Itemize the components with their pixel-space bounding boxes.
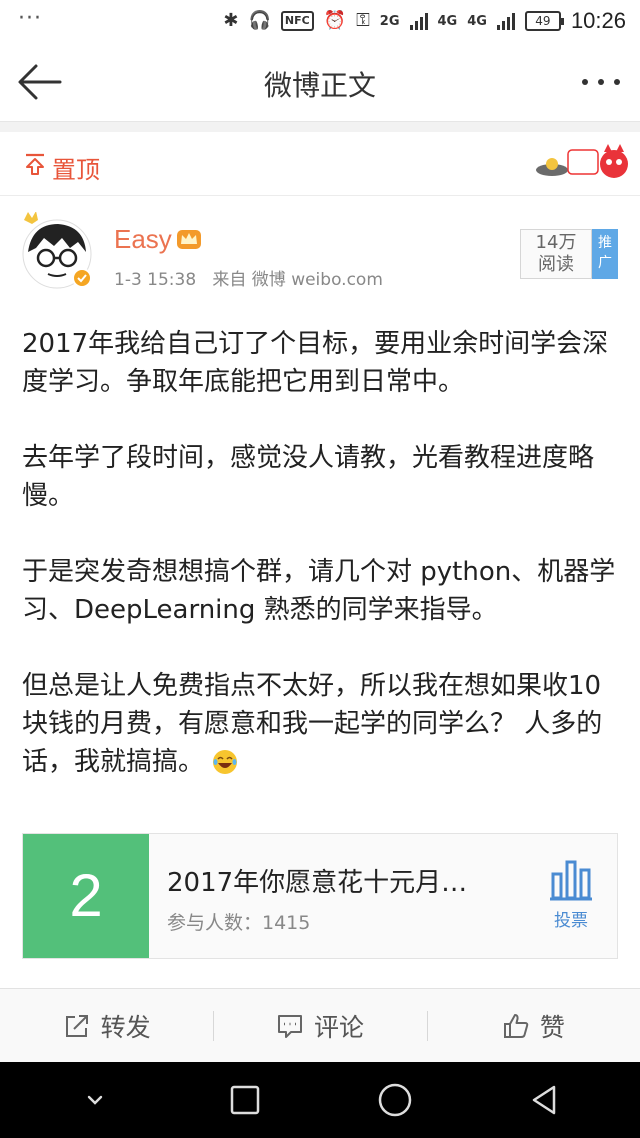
page-title: 微博正文: [263, 69, 376, 102]
vote-button[interactable]: 投票: [543, 858, 599, 938]
vote-title: 2017年你愿意花十元月…: [167, 868, 468, 898]
clock: 10:26: [570, 8, 626, 33]
network-type-4g-second: 4G: [467, 13, 487, 29]
thumbs-up-icon: [503, 1013, 529, 1038]
signal-icon: [409, 12, 428, 30]
decorative-sticker-icon: [536, 144, 628, 178]
post-paragraph: 去年学了段时间，感觉没人请教，光看教程进度略慢。: [22, 443, 595, 511]
nav-home-button[interactable]: [365, 1070, 425, 1130]
repost-icon: [65, 1014, 88, 1037]
more-dot-icon: [614, 79, 620, 85]
avatar[interactable]: [18, 212, 96, 290]
headphones-icon: 🎧: [248, 10, 271, 31]
post-paragraph-text: 但总是让人免费指点不太好，所以我在想如果收10块钱的月费，有愿意和我一起学的同学…: [22, 671, 603, 777]
post-paragraph-last: 但总是让人免费指点不太好，所以我在想如果收10块钱的月费，有愿意和我一起学的同学…: [22, 667, 622, 781]
promote-button[interactable]: 推广: [592, 229, 618, 279]
chevron-down-icon: [87, 1095, 103, 1105]
menu-dots: ···: [18, 6, 42, 31]
author-name[interactable]: Easy: [114, 224, 172, 255]
key-icon: ⚿: [356, 10, 370, 31]
bluetooth-icon: ✱: [223, 10, 239, 31]
post-paragraph: 于是突发奇想想搞个群，请几个对 python、机器学习、DeepLearning…: [22, 557, 616, 625]
status-bar: ··· ✱ 🎧 NFC ⏰ ⚿ 2G 4G 4G 49 10:26: [0, 0, 640, 42]
more-options-button[interactable]: [576, 62, 626, 102]
pin-top-icon: [26, 153, 44, 175]
network-type-4g: 4G: [437, 13, 458, 29]
more-dot-icon: [582, 79, 588, 85]
square-icon: [230, 1085, 260, 1115]
like-button[interactable]: 赞: [426, 989, 640, 1063]
nav-recents-button[interactable]: [215, 1070, 275, 1130]
title-bar: 微博正文: [0, 42, 640, 122]
post-source: 来自 微博 weibo.com: [212, 270, 383, 290]
comment-icon: [277, 1014, 302, 1038]
comment-label: 评论: [313, 1012, 364, 1042]
post-content: 2017年我给自己订了个目标，要用业余时间学会深度学习。争取年底能把它用到日常中…: [22, 325, 622, 819]
vip-crown-icon: [177, 230, 201, 249]
more-dot-icon: [598, 79, 604, 85]
vote-card[interactable]: 2 2017年你愿意花十元月… 参与人数：1415 投票: [22, 833, 618, 959]
signal-icon-second: [496, 12, 515, 30]
vote-number-tile: 2: [23, 834, 149, 958]
nav-collapse-button[interactable]: [65, 1070, 125, 1130]
bar-chart-icon: [550, 860, 592, 901]
pinned-label: 置顶: [52, 156, 100, 184]
triangle-back-icon: [532, 1085, 556, 1115]
vote-button-label: 投票: [554, 911, 588, 931]
circle-icon: [378, 1083, 412, 1117]
nfc-icon: NFC: [280, 11, 314, 31]
read-count-badge: 14万 阅读: [520, 229, 592, 279]
network-type-2g: 2G: [379, 13, 400, 29]
section-divider: [0, 122, 640, 132]
vote-participants: 参与人数：1415: [167, 912, 311, 934]
read-count-label: 阅读: [538, 254, 574, 275]
comment-button[interactable]: 评论: [213, 989, 426, 1063]
alarm-icon: ⏰: [323, 10, 347, 31]
battery-icon: 49: [524, 11, 564, 31]
read-count-number: 14万: [535, 232, 577, 253]
post-paragraph: 2017年我给自己订了个目标，要用业余时间学会深度学习。争取年底能把它用到日常中…: [22, 329, 609, 397]
laugh-cry-emoji-icon: [213, 750, 238, 774]
pinned-bar: 置顶: [0, 132, 640, 196]
post-time: 1-3 15:38: [114, 270, 197, 290]
nav-back-button[interactable]: [515, 1070, 575, 1130]
post-meta: 1-3 15:38 来自 微博 weibo.com: [114, 265, 383, 290]
action-bar: 转发 评论 赞: [0, 988, 640, 1062]
repost-button[interactable]: 转发: [0, 989, 213, 1063]
system-nav-bar: [0, 1062, 640, 1138]
like-label: 赞: [539, 1012, 565, 1042]
repost-label: 转发: [100, 1012, 151, 1042]
